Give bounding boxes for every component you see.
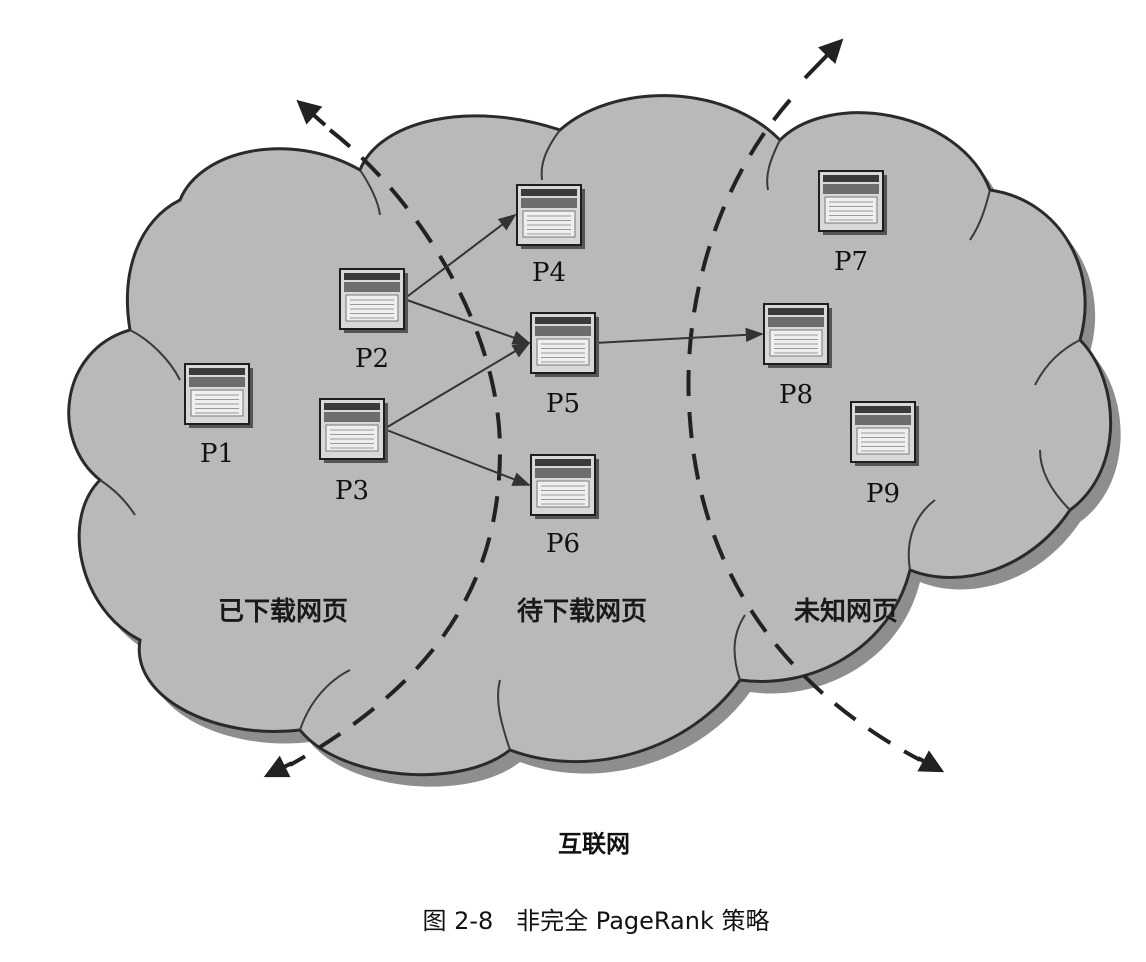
boundary-arrow-top-right [803,38,844,80]
webpage-icon [184,363,250,425]
node-label: P5 [546,389,580,419]
node-label: P9 [866,479,900,509]
node-label: P8 [779,380,813,410]
webpage-icon [530,454,596,516]
boundary-arrow-bottom-right [917,750,945,773]
webpage-icon [339,268,405,330]
node-label: P2 [355,344,389,374]
boundary-arrow-top-left [296,99,327,127]
region-label-unknown: 未知网页 [794,597,898,627]
webpage-icon [818,170,884,232]
pagerank-diagram: P1P2P3P4P5P6P7P8P9 已下载网页 待下载网页 未知网页 互联网 … [67,38,1121,935]
network-label: 互联网 [558,830,630,858]
internet-cloud [67,94,1113,777]
webpage-icon [763,303,829,365]
node-label: P6 [546,529,580,559]
webpage-icon [516,184,582,246]
webpage-icon [850,401,916,463]
node-label: P4 [532,258,566,288]
region-label-to-download: 待下载网页 [517,597,647,627]
node-label: P3 [335,476,369,506]
boundary-arrow-bottom-left [263,755,293,778]
webpage-icon [319,398,385,460]
figure-caption: 图 2-8 非完全 PageRank 策略 [422,907,769,935]
node-label: P7 [834,247,868,277]
webpage-icon [530,312,596,374]
node-label: P1 [200,439,234,469]
region-label-downloaded: 已下载网页 [218,597,348,627]
